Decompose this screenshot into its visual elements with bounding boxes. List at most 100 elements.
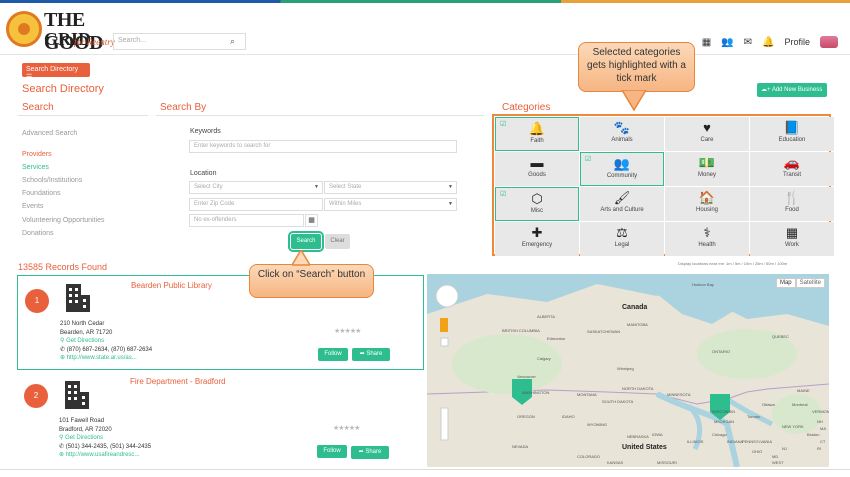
- display-radius-note[interactable]: Display locations near me: 1m / 5m / 10m…: [678, 261, 787, 266]
- category-tile-misc[interactable]: ☑ ⬡ Misc: [495, 187, 579, 221]
- follow-button[interactable]: Follow: [318, 348, 348, 361]
- building-icon: [65, 381, 89, 409]
- category-tile-health[interactable]: ⚕ Health: [665, 222, 749, 256]
- offenders-placeholder: No ex-offenders: [194, 217, 237, 223]
- car-icon: 🚗: [783, 155, 801, 170]
- apps-grid-icon[interactable]: ▦: [702, 37, 711, 48]
- category-tile-emergency[interactable]: ✚ Emergency: [495, 222, 579, 256]
- category-label: Goods: [528, 172, 546, 178]
- state-select[interactable]: Select State ▼: [324, 181, 457, 194]
- share-icon: ➦: [358, 449, 364, 455]
- logo[interactable]: THE GOOD GRID for Reentry: [6, 7, 116, 54]
- people-icon: 👥: [613, 156, 631, 171]
- search-icon[interactable]: ⌕: [230, 36, 235, 47]
- category-tile-work[interactable]: ▦ Work: [750, 222, 834, 256]
- footer-divider: [0, 469, 850, 470]
- rating-stars[interactable]: ★★★★★: [333, 424, 375, 432]
- get-directions-link[interactable]: ⚲ Get Directions: [60, 337, 152, 346]
- share-label: Share: [365, 449, 382, 455]
- category-tile-education[interactable]: 📘 Education: [750, 117, 834, 151]
- result-card-2[interactable]: 2 Fire Department - Bradford 101 Fawell …: [17, 377, 424, 472]
- search-heading: Search: [22, 102, 54, 113]
- offenders-select[interactable]: No ex-offenders: [189, 214, 304, 227]
- map[interactable]: Map Satellite Canada ALBERTA BRITISH COLUM…: [427, 274, 829, 467]
- header-search-input[interactable]: Search... ⌕: [113, 33, 246, 50]
- add-business-button[interactable]: ☁+ Add New Business: [757, 83, 827, 97]
- profile-link[interactable]: Profile: [784, 37, 810, 47]
- category-tile-faith[interactable]: ☑ 🔔 Faith: [495, 117, 579, 151]
- checkmark-icon: ☑: [500, 191, 507, 198]
- city-placeholder: Select City: [194, 184, 223, 190]
- map-label: Toronto: [747, 414, 761, 419]
- rating-stars[interactable]: ★★★★★: [334, 327, 376, 335]
- follow-button[interactable]: Follow: [317, 445, 347, 458]
- sidebar-item-events[interactable]: Events: [22, 200, 105, 213]
- sidebar-item-volunteering[interactable]: Volunteering Opportunities: [22, 214, 105, 227]
- map-label: MISSOURI: [657, 460, 677, 465]
- category-tile-goods[interactable]: ▬ Goods: [495, 152, 579, 186]
- category-tile-transit[interactable]: 🚗 Transit: [750, 152, 834, 186]
- category-tile-care[interactable]: ♥ Care: [665, 117, 749, 151]
- result-title[interactable]: Bearden Public Library: [131, 281, 212, 290]
- bell-icon[interactable]: 🔔: [762, 37, 774, 48]
- category-tile-food[interactable]: 🍴 Food: [750, 187, 834, 221]
- users-icon[interactable]: 👥: [721, 37, 733, 48]
- get-directions-link[interactable]: ⚲ Get Directions: [59, 434, 151, 443]
- website-link[interactable]: ⊕ http://www.usafireandresc...: [59, 451, 151, 460]
- city-select[interactable]: Select City ▼: [189, 181, 323, 194]
- callout-pointer: [292, 250, 310, 266]
- map-label: NEW YORK: [782, 424, 804, 429]
- directions-label: Get Directions: [66, 338, 105, 344]
- map-label: WEST: [772, 460, 784, 465]
- category-tile-community[interactable]: ☑ 👥 Community: [580, 152, 664, 186]
- map-label: SASKATCHEWAN: [587, 329, 621, 334]
- sidebar-item-donations[interactable]: Donations: [22, 227, 105, 240]
- category-label: Transit: [782, 172, 802, 178]
- grid-icon[interactable]: ▦: [305, 214, 318, 227]
- category-tile-legal[interactable]: ⚖ Legal: [580, 222, 664, 256]
- category-tile-arts-and-culture[interactable]: 🖌 Arts and Culture: [580, 187, 664, 221]
- clear-button[interactable]: Clear: [325, 234, 350, 249]
- mail-icon[interactable]: ✉: [744, 37, 752, 48]
- map-label: SOUTH DAKOTA: [602, 399, 634, 404]
- cube-icon: ⬡: [531, 191, 543, 206]
- category-tile-money[interactable]: 💵 Money: [665, 152, 749, 186]
- box-icon: ▬: [530, 155, 544, 170]
- sidebar-item-advanced-search[interactable]: Advanced Search: [22, 127, 105, 140]
- phone-row: ✆ (870) 687-2634, (870) 687-2634: [60, 346, 152, 355]
- category-tile-housing[interactable]: 🏠 Housing: [665, 187, 749, 221]
- website-link[interactable]: ⊕ http://www.state.ar.us/as...: [60, 354, 152, 363]
- share-button[interactable]: ➦ Share: [352, 348, 390, 361]
- category-tile-animals[interactable]: 🐾 Animals: [580, 117, 664, 151]
- zip-placeholder: Enter Zip Code: [194, 201, 235, 207]
- map-label: RI: [817, 446, 821, 451]
- map-label: VERMONT: [812, 409, 829, 414]
- search-directory-button[interactable]: Search Directory ☰: [22, 63, 90, 81]
- map-type-satellite-button[interactable]: Satellite: [795, 278, 825, 288]
- map-label: Calgary: [537, 356, 551, 361]
- search-button[interactable]: Search: [288, 231, 324, 252]
- sidebar-item-schools[interactable]: Schools/Institutions: [22, 174, 105, 187]
- website-url: http://www.usafireandresc...: [65, 452, 140, 458]
- result-title[interactable]: Fire Department - Bradford: [130, 377, 226, 386]
- zip-input[interactable]: Enter Zip Code: [189, 198, 323, 211]
- annotation-callout-categories: Selected categories gets highlighted wit…: [578, 42, 695, 92]
- book-icon: 📘: [783, 120, 801, 135]
- avatar[interactable]: [820, 36, 838, 48]
- globe-icon: ⊕: [59, 452, 65, 458]
- map-label: Vancouver: [517, 374, 536, 379]
- sidebar-item-foundations[interactable]: Foundations: [22, 187, 105, 200]
- sidebar-item-providers[interactable]: Providers: [22, 148, 105, 161]
- map-label: KANSAS: [607, 460, 624, 465]
- share-button[interactable]: ➦ Share: [351, 446, 389, 459]
- sidebar-item-services[interactable]: Services: [22, 161, 105, 174]
- keywords-input[interactable]: Enter keywords to search for: [189, 140, 457, 153]
- miles-select[interactable]: Within Miles ▼: [324, 198, 457, 211]
- utensils-icon: 🍴: [783, 190, 801, 205]
- map-label: Chicago: [712, 432, 727, 437]
- map-type-map-button[interactable]: Map: [775, 278, 796, 288]
- category-label: Money: [697, 172, 716, 178]
- map-label: ONTARIO: [712, 349, 730, 354]
- map-label: NORTH DAKOTA: [622, 386, 654, 391]
- directions-label: Get Directions: [65, 435, 104, 441]
